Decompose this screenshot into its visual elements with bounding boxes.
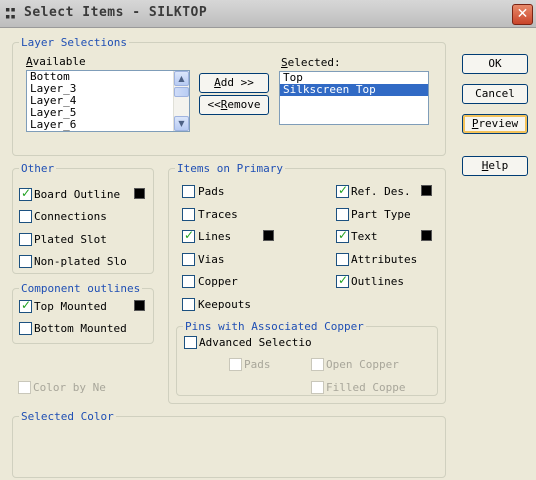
lines-label: Lines: [198, 230, 232, 243]
part-type-checkbox[interactable]: [336, 208, 349, 221]
plated-slot-checkbox[interactable]: [19, 233, 32, 246]
lines-checkbox[interactable]: ✓: [182, 228, 195, 243]
cancel-button[interactable]: Cancel: [462, 84, 528, 104]
vias-label: Vias: [198, 253, 225, 266]
close-button[interactable]: ✕: [512, 4, 533, 25]
pins-pads-checkbox[interactable]: [229, 358, 242, 371]
traces-label: Traces: [198, 208, 238, 221]
vias-checkbox[interactable]: [182, 253, 195, 266]
check-icon: ✓: [21, 186, 32, 200]
top-mounted-checkbox[interactable]: ✓: [19, 298, 32, 313]
connections-label: Connections: [34, 210, 107, 223]
lines-color-swatch[interactable]: [263, 230, 274, 241]
pins-copper-legend: Pins with Associated Copper: [183, 320, 366, 333]
part-type-label: Part Type: [351, 208, 411, 221]
component-outlines-legend: Component outlines: [19, 282, 143, 295]
close-icon: ✕: [516, 6, 529, 22]
selected-label: Selected:: [281, 56, 341, 69]
text-color-swatch[interactable]: [421, 230, 432, 241]
filled-copper-label: Filled Coppe: [326, 381, 406, 394]
filled-copper-checkbox[interactable]: [311, 381, 324, 394]
available-list[interactable]: Bottom Layer_3 Layer_4 Layer_5 Layer_6 ▲…: [26, 70, 190, 132]
available-label: Available: [26, 55, 86, 68]
board-outline-checkbox[interactable]: ✓: [19, 186, 32, 201]
add-button[interactable]: Add >>: [199, 73, 269, 93]
keepouts-checkbox[interactable]: [182, 298, 195, 311]
pins-copper-group: Pins with Associated Copper Advanced Sel…: [176, 320, 438, 396]
color-by-net-label: Color by Ne: [33, 381, 106, 394]
plated-slot-label: Plated Slot: [34, 233, 107, 246]
non-plated-slot-checkbox[interactable]: [19, 255, 32, 268]
check-icon: ✓: [21, 298, 32, 312]
board-outline-color-swatch[interactable]: [134, 188, 145, 199]
check-icon: ✓: [338, 183, 349, 197]
color-by-net-checkbox[interactable]: [18, 381, 31, 394]
ok-button[interactable]: OK: [462, 54, 528, 74]
items-on-primary-legend: Items on Primary: [175, 162, 285, 175]
check-icon: ✓: [338, 228, 349, 242]
layer-selections-legend: Layer Selections: [19, 36, 129, 49]
list-item[interactable]: Layer_6: [27, 119, 189, 131]
text-label: Text: [351, 230, 378, 243]
attributes-label: Attributes: [351, 253, 418, 266]
other-group: Other ✓ Board Outline Connections Plated…: [12, 162, 154, 274]
scroll-thumb[interactable]: [174, 87, 189, 97]
dialog-body: Layer Selections Available Bottom Layer_…: [0, 28, 536, 480]
selected-color-group: Selected Color: [12, 410, 446, 478]
selected-list[interactable]: Top Silkscreen Top: [279, 71, 429, 125]
advanced-selection-label: Advanced Selectio: [199, 336, 312, 349]
preview-button[interactable]: Preview: [462, 114, 528, 134]
pads-label: Pads: [198, 185, 225, 198]
selected-color-legend: Selected Color: [19, 410, 116, 423]
copper-checkbox[interactable]: [182, 275, 195, 288]
outlines-checkbox[interactable]: ✓: [336, 273, 349, 288]
items-on-primary-group: Items on Primary Pads Traces ✓ Lines Via…: [168, 162, 446, 404]
board-outline-label: Board Outline: [34, 188, 121, 201]
advanced-selection-checkbox[interactable]: [184, 336, 197, 349]
traces-checkbox[interactable]: [182, 208, 195, 221]
pins-pads-label: Pads: [244, 358, 271, 371]
other-legend: Other: [19, 162, 57, 175]
scroll-down-icon[interactable]: ▼: [174, 116, 189, 131]
connections-checkbox[interactable]: [19, 210, 32, 223]
open-copper-label: Open Copper: [326, 358, 399, 371]
copper-label: Copper: [198, 275, 238, 288]
available-scrollbar[interactable]: ▲ ▼: [173, 71, 189, 131]
text-checkbox[interactable]: ✓: [336, 228, 349, 243]
attributes-checkbox[interactable]: [336, 253, 349, 266]
bottom-mounted-label: Bottom Mounted: [34, 322, 127, 335]
layer-selections-group: Layer Selections Available Bottom Layer_…: [12, 36, 446, 156]
check-icon: ✓: [338, 273, 349, 287]
top-mounted-label: Top Mounted: [34, 300, 107, 313]
title-bar[interactable]: ▪▪ ▪▪ Select Items - SILKTOP ✕: [0, 0, 536, 28]
keepouts-label: Keepouts: [198, 298, 251, 311]
ref-des-color-swatch[interactable]: [421, 185, 432, 196]
bottom-mounted-checkbox[interactable]: [19, 322, 32, 335]
outlines-label: Outlines: [351, 275, 404, 288]
pads-checkbox[interactable]: [182, 185, 195, 198]
ref-des-label: Ref. Des.: [351, 185, 411, 198]
ref-des-checkbox[interactable]: ✓: [336, 183, 349, 198]
remove-button[interactable]: <<Remove: [199, 95, 269, 115]
scroll-up-icon[interactable]: ▲: [174, 71, 189, 86]
window-title: Select Items - SILKTOP: [24, 5, 208, 20]
check-icon: ✓: [184, 228, 195, 242]
open-copper-checkbox[interactable]: [311, 358, 324, 371]
non-plated-slot-label: Non-plated Slo: [34, 255, 127, 268]
top-mounted-color-swatch[interactable]: [134, 300, 145, 311]
app-icon: ▪▪ ▪▪: [5, 5, 16, 22]
component-outlines-group: Component outlines ✓ Top Mounted Bottom …: [12, 282, 154, 344]
help-button[interactable]: Help: [462, 156, 528, 176]
list-item-selected[interactable]: Silkscreen Top: [280, 84, 428, 96]
